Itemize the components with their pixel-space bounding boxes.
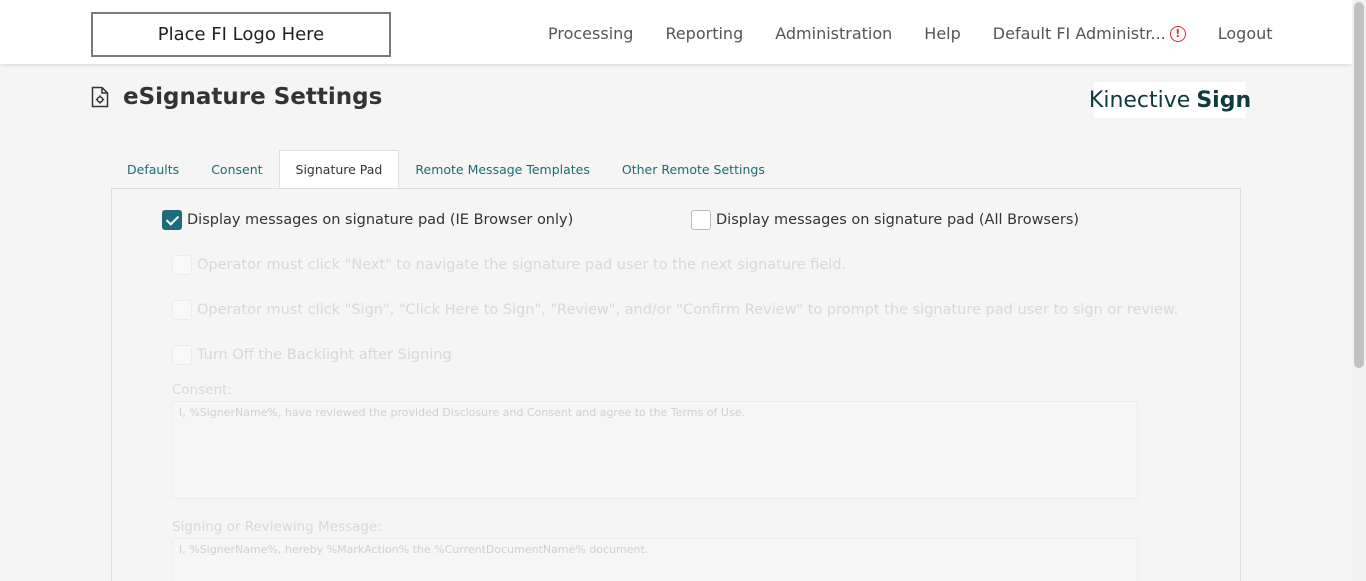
nav-user-menu[interactable]: Default FI Administr... ! <box>993 24 1186 43</box>
operator-sign-checkbox[interactable] <box>172 300 192 320</box>
consent-textarea[interactable]: I, %SignerName%, have reviewed the provi… <box>172 401 1138 499</box>
backlight-label: Turn Off the Backlight after Signing <box>197 347 452 363</box>
vertical-scrollbar[interactable] <box>1352 0 1366 581</box>
tab-signature-pad[interactable]: Signature Pad <box>278 150 400 188</box>
operator-next-checkbox[interactable] <box>172 255 192 275</box>
brand-light: Kinective <box>1088 87 1191 113</box>
signing-message-textarea[interactable]: I, %SignerName%, hereby %MarkAction% the… <box>172 538 1138 581</box>
nav-processing[interactable]: Processing <box>548 24 633 43</box>
main-nav: Processing Reporting Administration Help… <box>548 24 1273 43</box>
operator-sign-label: Operator must click "Sign", "Click Here … <box>197 302 1179 318</box>
nav-help[interactable]: Help <box>924 24 960 43</box>
all-browsers-label: Display messages on signature pad (All B… <box>716 212 1080 228</box>
user-name: Default FI Administr... <box>992 24 1166 43</box>
backlight-checkbox[interactable] <box>172 345 192 365</box>
alert-icon[interactable]: ! <box>1169 25 1186 42</box>
consent-label: Consent: <box>172 382 232 398</box>
nav-reporting[interactable]: Reporting <box>665 24 743 43</box>
tab-other-remote-settings[interactable]: Other Remote Settings <box>606 150 781 188</box>
signature-pad-panel: Display messages on signature pad (IE Br… <box>111 188 1241 581</box>
top-navbar: Place FI Logo Here Processing Reporting … <box>0 0 1352 64</box>
nav-logout[interactable]: Logout <box>1218 24 1273 43</box>
tab-defaults[interactable]: Defaults <box>111 150 195 188</box>
nav-administration[interactable]: Administration <box>775 24 892 43</box>
settings-document-icon <box>91 86 109 108</box>
page-title-area: eSignature Settings <box>91 84 382 110</box>
ie-only-checkbox[interactable] <box>162 210 182 230</box>
fi-logo-placeholder[interactable]: Place FI Logo Here <box>91 12 391 57</box>
all-browsers-checkbox[interactable] <box>691 210 711 230</box>
settings-tabs: Defaults Consent Signature Pad Remote Me… <box>111 150 781 188</box>
brand-bold: Sign <box>1196 87 1252 113</box>
signing-message-label: Signing or Reviewing Message: <box>172 519 382 535</box>
tab-remote-message-templates[interactable]: Remote Message Templates <box>399 150 606 188</box>
tab-consent[interactable]: Consent <box>195 150 278 188</box>
page-title: eSignature Settings <box>123 84 383 110</box>
operator-next-label: Operator must click "Next" to navigate t… <box>197 257 847 273</box>
scrollbar-thumb[interactable] <box>1354 2 1364 368</box>
kinective-sign-logo: Kinective Sign <box>1089 82 1251 118</box>
ie-only-label: Display messages on signature pad (IE Br… <box>187 212 574 228</box>
